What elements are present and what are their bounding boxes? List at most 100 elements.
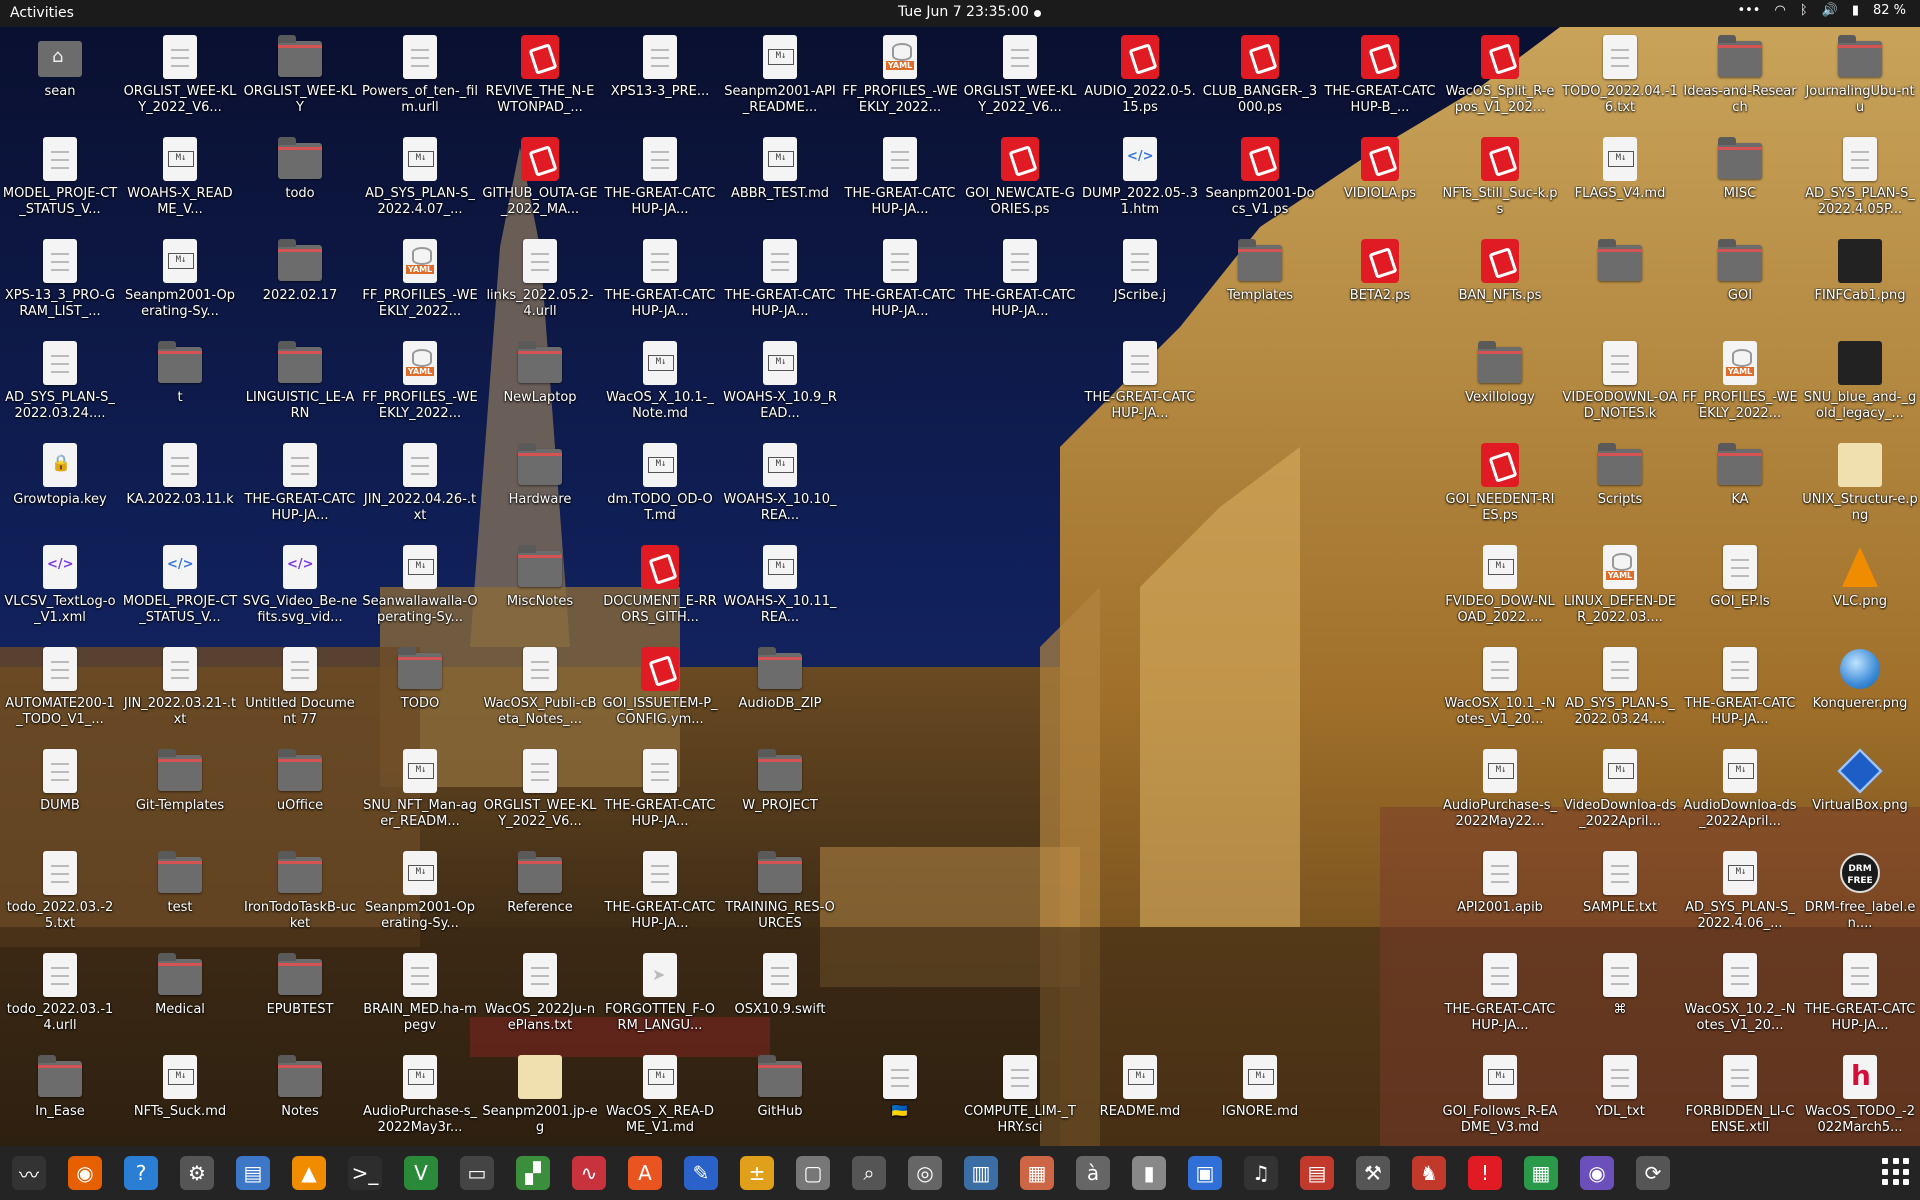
game-icon[interactable]: ♞ (1412, 1156, 1446, 1190)
desktop-icon[interactable]: THE-GREAT-CATCHUP-JA... (1080, 335, 1200, 437)
desktop-icon[interactable]: WacOS_TODO_-2022March5... (1800, 1049, 1920, 1151)
desktop-icon[interactable]: UNIX_Structur-e.png (1800, 437, 1920, 539)
clock[interactable]: Tue Jun 7 23:35:00 (898, 4, 1029, 20)
desktop-icon[interactable]: SNU_blue_and-_gold_legacy_... (1800, 335, 1920, 437)
desktop-icon[interactable]: LINGUISTIC_LE-ARN (240, 335, 360, 437)
desktop-icon[interactable]: COMPUTE_LIM-_THRY.sci (960, 1049, 1080, 1151)
desktop-icon[interactable]: THE-GREAT-CATCHUP-JA... (840, 233, 960, 335)
desktop-icon[interactable]: AD_SYS_PLAN-S_2022.4.05P... (1800, 131, 1920, 233)
desktop-icon[interactable]: FVIDEO_DOW-NLOAD_2022.... (1440, 539, 1560, 641)
desktop-icon[interactable]: BAN_NFTs.ps (1440, 233, 1560, 335)
disk-utility-icon[interactable]: ◎ (908, 1156, 942, 1190)
desktop-icon[interactable]: AUDIO_2022.0-5.15.ps (1080, 29, 1200, 131)
desktop-icon[interactable]: ABBR_TEST.md (720, 131, 840, 233)
desktop-icon[interactable]: FINFCab1.png (1800, 233, 1920, 335)
desktop-icon[interactable]: XPS13-3_PRE... (600, 29, 720, 131)
desktop-icon[interactable]: Git-Templates (120, 743, 240, 845)
desktop-icon[interactable]: uOffice (240, 743, 360, 845)
tools-icon[interactable]: ⚒ (1356, 1156, 1390, 1190)
desktop-icon[interactable]: GOI_NEWCATE-GORIES.ps (960, 131, 1080, 233)
desktop-icon[interactable]: API2001.apib (1440, 845, 1560, 947)
desktop-icon[interactable]: WOAHS-X_10.9_READ... (720, 335, 840, 437)
desktop-icon[interactable]: links_2022.05.2-4.urll (480, 233, 600, 335)
desktop-icon[interactable]: WacOSX_10.2_-Notes_V1_20... (1680, 947, 1800, 1049)
desktop-icon[interactable]: Growtopia.key (0, 437, 120, 539)
desktop-icon[interactable]: SAMPLE.txt (1560, 845, 1680, 947)
desktop-icon[interactable]: In_Ease (0, 1049, 120, 1151)
desktop-icon[interactable]: AD_SYS_PLAN-S_2022.4.06_... (1680, 845, 1800, 947)
desktop-icon[interactable]: THE-GREAT-CATCHUP-JA... (600, 131, 720, 233)
desktop-icon[interactable]: MISC (1680, 131, 1800, 233)
desktop-icon[interactable]: test (120, 845, 240, 947)
desktop-icon[interactable]: Medical (120, 947, 240, 1049)
desktop-icon[interactable]: AD_SYS_PLAN-S_2022.4.07_... (360, 131, 480, 233)
character-map-icon[interactable]: à (1076, 1156, 1110, 1190)
desktop-icon[interactable]: GOI_EP.ls (1680, 539, 1800, 641)
desktop-icon[interactable]: JIN_2022.04.26-.txt (360, 437, 480, 539)
desktop-icon[interactable]: FF_PROFILES_-WEEKLY_2022... (360, 335, 480, 437)
vim-icon[interactable]: V (404, 1156, 438, 1190)
calculator-icon[interactable]: ± (740, 1156, 774, 1190)
firefox-icon[interactable]: ◉ (68, 1156, 102, 1190)
desktop-icon[interactable]: FF_PROFILES_-WEEKLY_2022... (360, 233, 480, 335)
desktop-icon[interactable]: FLAGS_V4.md (1560, 131, 1680, 233)
desktop-icon[interactable]: WOAHS-X_10.10_REA... (720, 437, 840, 539)
desktop-icon[interactable]: Seanpm2001.jp-eg (480, 1049, 600, 1151)
desktop-icon[interactable]: SNU_NFT_Man-ager_READM... (360, 743, 480, 845)
text-editor-icon[interactable]: ▤ (236, 1156, 270, 1190)
desktop-icon[interactable]: GOI_Follows_R-EADME_V3.md (1440, 1049, 1560, 1151)
desktop-icon[interactable]: IGNORE.md (1200, 1049, 1320, 1151)
desktop-icon[interactable] (1560, 233, 1680, 335)
pdf-icon[interactable]: ▤ (1300, 1156, 1334, 1190)
desktop-icon[interactable]: DRM FREE DRM-free_label.en.... (1800, 845, 1920, 947)
desktop-icon[interactable]: Seanpm2001-Operating-Sy... (360, 845, 480, 947)
desktop-icon[interactable]: VirtualBox.png (1800, 743, 1920, 845)
desktop-icon[interactable]: THE-GREAT-CATCHUP-JA... (240, 437, 360, 539)
desktop-icon[interactable]: TODO_2022.04.-16.txt (1560, 29, 1680, 131)
desktop-icon[interactable]: DUMP_2022.05-.31.htm (1080, 131, 1200, 233)
activities-button[interactable]: Activities (10, 5, 74, 21)
desktop-icon[interactable]: THE-GREAT-CATCHUP-JA... (840, 131, 960, 233)
music-icon[interactable]: ♫ (1244, 1156, 1278, 1190)
desktop-icon[interactable]: FF_PROFILES_-WEEKLY_2022... (1680, 335, 1800, 437)
desktop-icon[interactable]: Reference (480, 845, 600, 947)
desktop-icon[interactable]: THE-GREAT-CATCHUP-JA... (1680, 641, 1800, 743)
show-applications-icon[interactable] (1882, 1158, 1910, 1186)
desktop-icon[interactable]: IronTodoTaskB-ucket (240, 845, 360, 947)
terminal-icon[interactable]: >_ (348, 1156, 382, 1190)
desktop-icon[interactable]: ORGLIST_WEE-KLY_2022_V6... (120, 29, 240, 131)
desktop-icon[interactable]: ORGLIST_WEE-KLY_2022_V6... (480, 743, 600, 845)
desktop-icon[interactable]: THE-GREAT-CATCHUP-JA... (1440, 947, 1560, 1049)
settings-icon[interactable]: ⚙ (180, 1156, 214, 1190)
desktop-icon[interactable]: VIDIOLA.ps (1320, 131, 1440, 233)
desktop-icon[interactable]: Ideas-and-Research (1680, 29, 1800, 131)
desktop-icon[interactable]: Seanpm2001-API_README... (720, 29, 840, 131)
desktop-icon[interactable]: WacOS_X_REA-DME_V1.md (600, 1049, 720, 1151)
desktop-icon[interactable]: NFTs_Still_Suc-k.ps (1440, 131, 1560, 233)
desktop-icon[interactable]: JournalingUbu-ntu (1800, 29, 1920, 131)
desktop-icon[interactable]: Powers_of_ten-_film.urll (360, 29, 480, 131)
desktop-icon[interactable]: SVG_Video_Be-nefits.svg_vid... (240, 539, 360, 641)
desktop-icon[interactable]: VLC.png (1800, 539, 1920, 641)
desktop-icon[interactable]: KA (1680, 437, 1800, 539)
desktop-icon[interactable]: README.md (1080, 1049, 1200, 1151)
desktop-icon[interactable]: WacOS_Split_R-epos_V1_202... (1440, 29, 1560, 131)
screen-icon[interactable]: ▣ (1188, 1156, 1222, 1190)
camera-icon[interactable]: ◉ (1580, 1156, 1614, 1190)
desktop-icon[interactable]: Seanpm2001-Docs_V1.ps (1200, 131, 1320, 233)
desktop-icon[interactable]: 2022.02.17 (240, 233, 360, 335)
desktop-icon[interactable]: EPUBTEST (240, 947, 360, 1049)
desktop-icon[interactable]: AudioPurchase-s_2022May3r... (360, 1049, 480, 1151)
wifi-icon[interactable]: ◠ (1774, 3, 1785, 18)
desktop-icon[interactable]: AudioDownloa-ds_2022April... (1680, 743, 1800, 845)
desktop-icon[interactable]: WacOS_X_10.1-_Note.md (600, 335, 720, 437)
desktop-icon[interactable]: AD_SYS_PLAN-S_2022.03.24.... (0, 335, 120, 437)
desktop-icon[interactable]: OSX10.9.swift (720, 947, 840, 1049)
desktop-icon[interactable]: REVIVE_THE_N-EWTONPAD_... (480, 29, 600, 131)
desktop-icon[interactable]: WOAHS-X_10.11_REA... (720, 539, 840, 641)
desktop-icon[interactable]: WacOS_2022Ju-nePlans.txt (480, 947, 600, 1049)
desktop-icon[interactable]: FORBIDDEN_LI-CENSE.xtll (1680, 1049, 1800, 1151)
desktop-icon[interactable]: Notes (240, 1049, 360, 1151)
desktop-icon[interactable]: Untitled Document 77 (240, 641, 360, 743)
desktop-icon[interactable]: ORGLIST_WEE-KLY (240, 29, 360, 131)
